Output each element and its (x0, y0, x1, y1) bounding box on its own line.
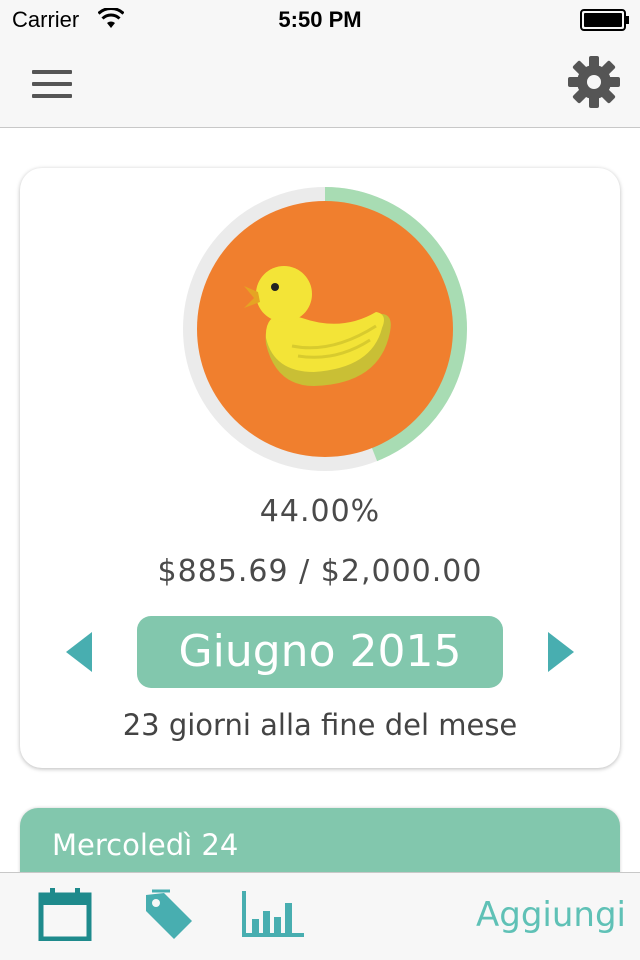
budget-percent: 44.00% (259, 494, 381, 529)
menu-button[interactable] (24, 62, 80, 106)
gear-icon[interactable] (566, 54, 622, 110)
tag-icon[interactable] (142, 889, 196, 941)
menu-icon (32, 70, 72, 74)
tab-bar: Aggiungi (0, 872, 640, 960)
day-label: Mercoledì 24 (52, 828, 239, 862)
budget-amounts: $885.69 / $2,000.00 (157, 554, 483, 589)
nav-bar (0, 40, 640, 128)
days-left-label: 23 giorni alla fine del mese (122, 708, 518, 742)
budget-progress-ring (183, 187, 467, 471)
bar-chart-icon[interactable] (238, 887, 306, 941)
status-bar: Carrier 5:50 PM (0, 0, 640, 40)
calendar-icon[interactable] (38, 887, 92, 941)
chevron-right-icon[interactable] (540, 628, 580, 676)
menu-icon-bar (32, 94, 72, 98)
month-selector[interactable]: Giugno 2015 (137, 616, 503, 688)
add-button[interactable]: Aggiungi (476, 895, 626, 935)
status-time: 5:50 PM (278, 7, 362, 32)
battery-icon (580, 9, 629, 31)
chevron-left-icon[interactable] (58, 628, 98, 676)
budget-summary-card: 44.00% $885.69 / $2,000.00 Giugno 2015 2… (20, 168, 620, 768)
menu-icon-bar (32, 82, 72, 86)
